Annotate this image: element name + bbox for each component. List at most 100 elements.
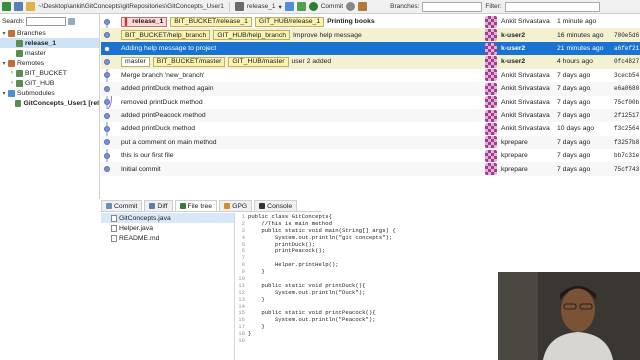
avatar bbox=[485, 29, 497, 42]
commit-hash: 2f12517 bbox=[614, 112, 640, 120]
code-line: 4 System.out.println("git concepts"); bbox=[236, 234, 640, 241]
folder-icon[interactable] bbox=[26, 2, 35, 11]
commit-author: Ankit Srivastava bbox=[501, 125, 550, 133]
avatar bbox=[485, 109, 497, 122]
left-panel: Search: ▾ Branches release_1 master ▾ Remotes… bbox=[0, 14, 100, 199]
expand-icon[interactable]: ▾ bbox=[0, 60, 8, 67]
current-branch[interactable]: release_1 bbox=[247, 3, 276, 10]
tab-console[interactable]: Console bbox=[254, 200, 298, 211]
file-item[interactable]: README.md bbox=[101, 233, 234, 243]
back-icon[interactable] bbox=[14, 2, 23, 11]
branch-label[interactable]: GIT_HUB/help_branch bbox=[213, 30, 290, 41]
commit-row[interactable]: this is our first file kprepare 7 days ago… bbox=[101, 149, 640, 163]
branch-icon bbox=[16, 39, 23, 47]
branch-label[interactable]: GIT_HUB/release_1 bbox=[254, 16, 325, 27]
commit-row[interactable]: removed printDuck method Ankit Srivastava… bbox=[101, 95, 640, 109]
commit-row[interactable]: added printDuck method again Ankit Srivas… bbox=[101, 82, 640, 96]
commit-row[interactable]: added printPeacock method Ankit Srivastav… bbox=[101, 108, 640, 123]
tree-item-git-hub[interactable]: › GIT_HUB bbox=[0, 78, 99, 88]
commit-message-area: Adding help message to project bbox=[121, 45, 481, 52]
expand-icon[interactable]: ▾ bbox=[0, 30, 8, 37]
branch-icon bbox=[8, 59, 15, 67]
expand-icon[interactable]: ▾ bbox=[0, 90, 8, 97]
branch-label[interactable]: GIT_HUB/master bbox=[228, 56, 289, 67]
branch-icon bbox=[16, 79, 23, 87]
branch-label-text: GIT_HUB/release_1 bbox=[258, 18, 321, 26]
commit-message: Improve help message bbox=[293, 31, 362, 39]
tree-item-remotes[interactable]: ▾ Remotes bbox=[0, 58, 99, 68]
commit-row[interactable]: master BIT_BUCKET/master GIT_HUB/master use… bbox=[101, 55, 640, 69]
commit-author: kprepare bbox=[501, 138, 528, 146]
settings-icon[interactable] bbox=[346, 2, 356, 11]
commit-message-area: BIT_BUCKET/help_branch GIT_HUB/help_branc… bbox=[121, 30, 481, 41]
code-line: 5 printDuck(); bbox=[236, 241, 640, 248]
commit-row[interactable]: added printDuck method Ankit Srivastava 10… bbox=[101, 122, 640, 136]
commit-dot bbox=[104, 18, 110, 25]
commit-row[interactable]: BIT_BUCKET/help_branch GIT_HUB/help_branc… bbox=[101, 28, 640, 42]
commit-row[interactable]: Adding help message to project k-user2 21 … bbox=[101, 41, 640, 56]
code-line: 2 //This is main method bbox=[236, 220, 640, 227]
search-options-icon[interactable] bbox=[68, 17, 76, 25]
tree-item-bit-bucket[interactable]: › BIT_BUCKET bbox=[0, 68, 99, 78]
line-number: 6 bbox=[241, 247, 245, 255]
commit-row[interactable]: Initial commit kprepare 7 days ago 75cf743 bbox=[101, 162, 640, 176]
collapse-icon[interactable]: › bbox=[8, 80, 16, 86]
repo-path[interactable]: ~\Desktop\ankit\GitConcepts\gitRepositor… bbox=[38, 3, 224, 10]
commit-row[interactable]: ▍ release_1 BIT_BUCKET/release_1 GIT_HUB/re… bbox=[101, 15, 640, 29]
pull-icon[interactable] bbox=[284, 2, 294, 11]
tree-item-submodules[interactable]: ▾ Submodules bbox=[0, 88, 99, 98]
tree-item-branches[interactable]: ▾ Branches bbox=[0, 28, 99, 38]
tab-file-tree[interactable]: File tree bbox=[174, 200, 218, 211]
branch-label[interactable]: BIT_BUCKET/master bbox=[152, 56, 226, 67]
push-icon[interactable] bbox=[296, 2, 306, 11]
tree-item-release-1[interactable]: release_1 bbox=[0, 38, 99, 48]
commit-message: added printDuck method again bbox=[121, 85, 214, 93]
commit-hash: 3cecb54 bbox=[614, 71, 640, 79]
tree-item-label: GIT_HUB bbox=[25, 79, 55, 87]
refresh-icon[interactable] bbox=[2, 2, 11, 11]
filter-input[interactable] bbox=[504, 1, 600, 12]
commit-hash: 700e5d6 bbox=[614, 31, 640, 39]
code-text: printPeacock(); bbox=[248, 247, 326, 255]
presenter-video bbox=[498, 272, 640, 360]
commit-button[interactable]: Commit bbox=[321, 3, 343, 10]
tree-item-gitconcepts-user1-rel[interactable]: GitConcepts_User1 [rel bbox=[0, 98, 99, 108]
branch-label-text: BIT_BUCKET/release_1 bbox=[174, 18, 248, 26]
branch-label-text: GIT_HUB/master bbox=[232, 58, 285, 66]
collapse-icon[interactable]: › bbox=[8, 70, 16, 76]
branches-label: Branches: bbox=[390, 3, 420, 10]
file-name: Helper.java bbox=[119, 224, 154, 232]
line-number: 8 bbox=[241, 261, 245, 269]
tab-gpg[interactable]: GPG bbox=[219, 200, 253, 211]
branch-label[interactable]: BIT_BUCKET/release_1 bbox=[170, 16, 252, 27]
file-item[interactable]: GitConcepts.java bbox=[101, 213, 234, 223]
branch-label[interactable]: BIT_BUCKET/help_branch bbox=[121, 30, 211, 41]
commit-date: 7 days ago bbox=[557, 165, 591, 173]
commit-hash: 75cf00b bbox=[614, 98, 640, 106]
chevron-down-icon[interactable]: ▾ bbox=[278, 3, 281, 11]
line-number: 19 bbox=[238, 337, 245, 345]
avatar bbox=[485, 15, 497, 28]
commit-date: 7 days ago bbox=[557, 112, 591, 120]
commit-message-area: added printPeacock method bbox=[121, 112, 481, 119]
avatar bbox=[485, 149, 497, 162]
search-input[interactable] bbox=[26, 16, 67, 26]
branch-label[interactable]: master bbox=[121, 56, 150, 67]
tools-icon[interactable] bbox=[358, 2, 368, 11]
code-line: 8 Helper.printHelp(); bbox=[236, 261, 640, 268]
code-text: System.out.println("Duck"); bbox=[248, 288, 366, 296]
tree-item-master[interactable]: master bbox=[0, 48, 99, 58]
commit-message: user 2 added bbox=[291, 58, 332, 66]
tab-commit[interactable]: Commit bbox=[101, 200, 143, 211]
commit-row[interactable]: Merge branch 'new_branch' Ankit Srivastav… bbox=[101, 69, 640, 83]
branch-label-text: release_1 bbox=[132, 18, 164, 26]
avatar bbox=[485, 136, 497, 149]
toolbar-divider bbox=[228, 1, 230, 12]
tab-diff[interactable]: Diff bbox=[144, 200, 173, 211]
file-item[interactable]: Helper.java bbox=[101, 223, 234, 233]
commit-row[interactable]: put a comment on main method kprepare 7 da… bbox=[101, 135, 640, 150]
commit-message-area: removed printDuck method bbox=[121, 99, 481, 106]
code-text: public static void printPeacock(){ bbox=[248, 309, 376, 317]
branches-filter-input[interactable] bbox=[422, 1, 483, 12]
branch-label[interactable]: ▍ release_1 bbox=[121, 16, 168, 27]
